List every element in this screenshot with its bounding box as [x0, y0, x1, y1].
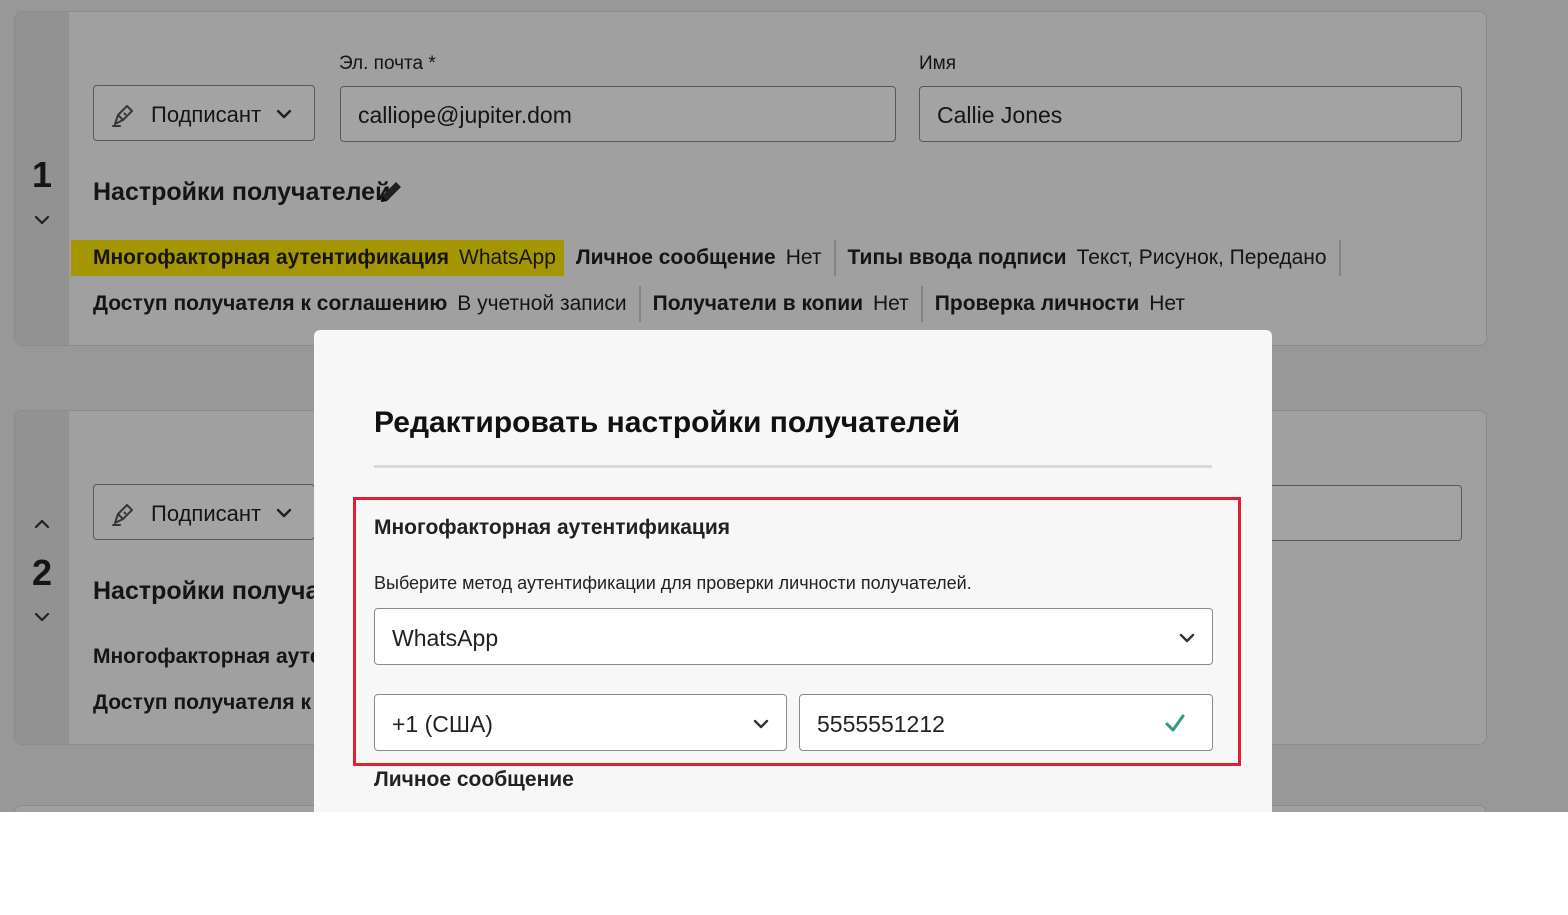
agreement-editor-screen: 1 Подписант Эл. почта * calliope@jupiter…: [0, 0, 1568, 812]
auth-method-select[interactable]: WhatsApp: [374, 608, 1213, 665]
dialog-title: Редактировать настройки получателей: [374, 406, 961, 439]
edit-recipient-settings-dialog: Редактировать настройки получателей Мног…: [314, 330, 1272, 812]
mfa-description: Выберите метод аутентификации для провер…: [374, 573, 972, 593]
auth-method-value: WhatsApp: [392, 625, 499, 651]
chevron-down-icon: [753, 716, 769, 732]
title-divider: [374, 465, 1212, 468]
mfa-section-title: Многофакторная аутентификация: [374, 516, 730, 539]
phone-number-value: 5555551212: [817, 711, 945, 737]
private-message-section-title: Личное сообщение: [374, 768, 574, 791]
chevron-down-icon: [1179, 630, 1195, 646]
country-code-select[interactable]: +1 (США): [374, 694, 787, 751]
country-code-value: +1 (США): [392, 711, 493, 737]
valid-checkmark-icon: [1164, 712, 1186, 734]
phone-number-input[interactable]: 5555551212: [799, 694, 1213, 751]
